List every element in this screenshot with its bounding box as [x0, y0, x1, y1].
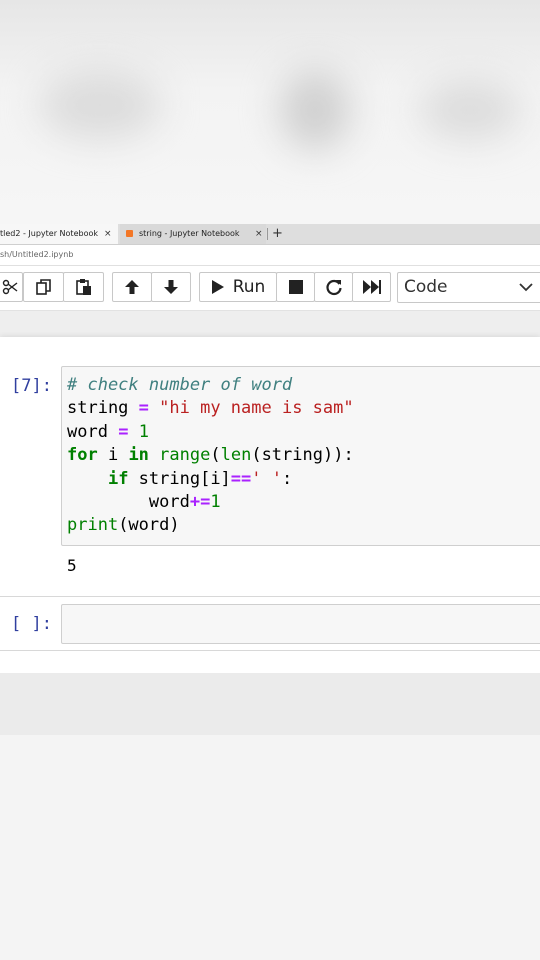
restart-run-all-button[interactable] [352, 272, 391, 302]
chevron-down-icon [519, 283, 533, 292]
cut-icon [2, 279, 17, 295]
restart-button[interactable] [314, 272, 353, 302]
blur-blob [40, 70, 160, 140]
run-button[interactable]: Run [199, 272, 277, 302]
empty-code-cell-editor[interactable] [61, 604, 540, 644]
cell-divider [0, 650, 540, 651]
cell-input-prompt: [7]: [11, 376, 52, 396]
blurred-background-top [0, 0, 540, 224]
url-text: sh/Untitled2.ipynb [0, 250, 74, 259]
interrupt-button[interactable] [276, 272, 315, 302]
browser-tab-untitled2[interactable]: tled2 - Jupyter Notebook × [0, 224, 118, 244]
page-bottom-area [0, 735, 540, 960]
page-bottom-band [0, 673, 540, 735]
code-line-7: print(word) [67, 515, 180, 536]
code-line-1: # check number of word [67, 375, 293, 395]
paste-icon [75, 279, 91, 295]
jupyter-favicon-icon [126, 230, 133, 237]
code-line-6: word+=1 [67, 492, 221, 513]
move-up-button[interactable] [112, 272, 152, 302]
fast-forward-icon [362, 280, 381, 294]
tab-close-icon[interactable]: × [104, 224, 112, 244]
run-label: Run [232, 277, 266, 297]
toolbar-gap [0, 311, 540, 337]
code-line-2: string = "hi my name is sam" [67, 398, 354, 419]
copy-icon [35, 279, 51, 295]
cell-type-value: Code [404, 277, 448, 297]
code-line-3: word = 1 [67, 421, 149, 442]
paste-button[interactable] [63, 272, 104, 302]
run-icon [211, 280, 224, 294]
code-content: # check number of word string = "hi my n… [67, 374, 354, 538]
code-line-4: for i in range(len(string)): [67, 445, 354, 466]
code-line-5: if string[i]==' ': [107, 468, 293, 489]
move-up-icon [125, 280, 139, 294]
move-down-icon [164, 280, 178, 294]
browser-tab-bar: tled2 - Jupyter Notebook × string - Jupy… [0, 224, 540, 245]
move-down-button[interactable] [151, 272, 191, 302]
tab-title: string - Jupyter Notebook [139, 229, 240, 238]
tab-close-icon[interactable]: × [255, 224, 263, 244]
address-bar[interactable]: sh/Untitled2.ipynb [0, 245, 540, 266]
restart-icon [325, 279, 342, 296]
cell-input-prompt-empty: [ ]: [11, 614, 52, 634]
copy-button[interactable] [23, 272, 64, 302]
tab-title: tled2 - Jupyter Notebook [0, 229, 98, 238]
tab-separator [267, 228, 268, 240]
cell-type-select[interactable]: Code [397, 272, 540, 303]
browser-tab-string[interactable]: string - Jupyter Notebook × [120, 224, 266, 244]
new-tab-button[interactable]: + [272, 224, 283, 244]
cell-divider [0, 596, 540, 597]
blur-blob [420, 80, 520, 140]
blur-blob [280, 70, 350, 150]
stop-icon [288, 280, 303, 294]
cut-button[interactable] [0, 272, 23, 302]
cell-output: 5 [67, 556, 77, 575]
